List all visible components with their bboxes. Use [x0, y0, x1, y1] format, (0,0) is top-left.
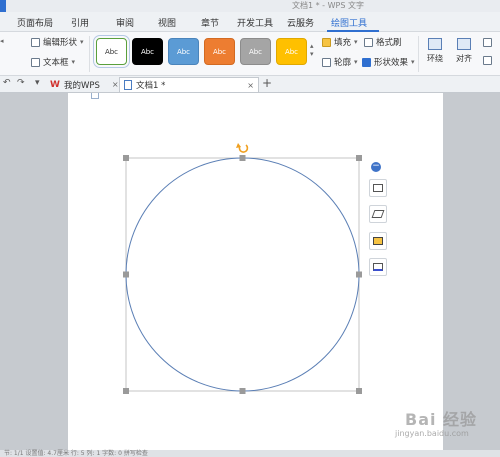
status-bar: 节: 1/1 设置值: 4.7厘米 行: 5 列: 1 字数: 0 拼写检查: [0, 450, 500, 457]
circle-shape[interactable]: [125, 157, 360, 392]
resize-handle-bottom[interactable]: [239, 388, 246, 394]
layout-options-icon: [373, 184, 383, 192]
collapse-tools-icon[interactable]: −: [371, 162, 381, 172]
resize-handle-bottom-left[interactable]: [123, 388, 129, 394]
rotate-handle-icon[interactable]: [236, 143, 249, 153]
resize-handle-top[interactable]: [239, 155, 246, 161]
outline-pen-icon: [373, 263, 383, 271]
resize-handle-right[interactable]: [356, 271, 362, 278]
outline-quick-button[interactable]: [369, 258, 387, 276]
resize-handles[interactable]: [123, 155, 362, 394]
status-text: 节: 1/1 设置值: 4.7厘米 行: 5 列: 1 字数: 0 拼写检查: [4, 450, 148, 457]
resize-handle-top-right[interactable]: [356, 155, 362, 161]
watermark-brand: Bai 经验: [405, 410, 478, 429]
pencil-icon: [371, 210, 385, 218]
resize-handle-top-left[interactable]: [123, 155, 129, 161]
resize-handle-left[interactable]: [123, 271, 129, 278]
fill-bucket-icon: [373, 237, 383, 245]
fill-quick-button[interactable]: [369, 232, 387, 250]
shape-canvas: [123, 143, 362, 394]
resize-handle-bottom-right[interactable]: [356, 388, 362, 394]
layout-options-button[interactable]: [369, 179, 387, 197]
watermark: Bai 经验 jingyan.baidu.com: [387, 400, 497, 444]
edit-shape-quick-button[interactable]: [369, 205, 387, 223]
selection-frame: [125, 157, 360, 392]
watermark-url: jingyan.baidu.com: [395, 429, 469, 438]
